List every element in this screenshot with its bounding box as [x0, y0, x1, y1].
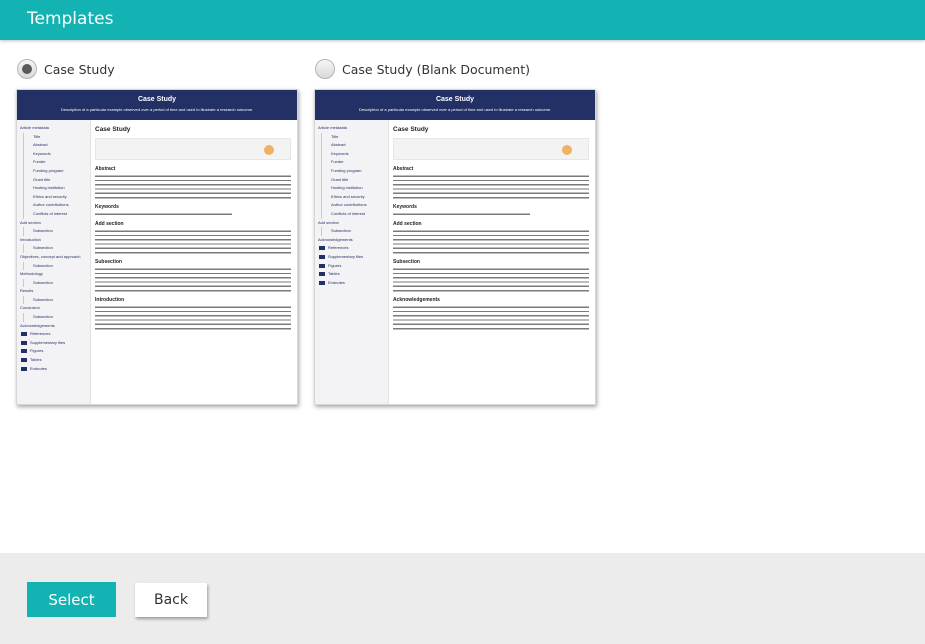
preview-sidebar-item: Subsection	[321, 227, 388, 236]
preview-sidebar-item: Subsection	[23, 261, 90, 271]
preview-sidebar-item: References	[318, 244, 388, 253]
preview-sidebar-item: Title	[23, 132, 90, 142]
preview-paragraph	[95, 212, 233, 217]
preview-sidebar-item: Funding program	[321, 166, 388, 176]
preview-section-heading: Subsection	[95, 259, 122, 265]
preview-sidebar-item: Subsection	[23, 278, 90, 288]
preview-sidebar-item: Conflicts of interest	[23, 209, 90, 219]
preview-paragraph	[393, 174, 589, 200]
preview-sidebar-item: Subsection	[23, 313, 90, 322]
preview-sidebar-item: Results	[20, 288, 34, 294]
radio-button-case-study-blank[interactable]	[315, 59, 335, 79]
preview-sidebar-item: Hosting institution	[23, 184, 90, 193]
preview-sidebar-item: Author contributions	[23, 201, 90, 210]
preview-sidebar-item: Ethics and security	[23, 192, 90, 202]
preview-sidebar-item: Funder	[23, 158, 90, 167]
preview-sidebar-item: Abstract	[23, 141, 90, 150]
preview-logo-icon	[562, 145, 572, 155]
preview-doc-title: Case Study	[393, 126, 429, 133]
preview-banner-subtitle: Description of a particular example obse…	[358, 107, 552, 112]
preview-main: Case Study Abstract Keywords Add section Sub…	[95, 126, 291, 333]
preview-sidebar-item: Acknowledgements	[20, 322, 55, 328]
preview-sidebar-item: Endnotes	[318, 279, 388, 288]
preview-sidebar-item: Tables	[318, 270, 388, 279]
preview-paragraph	[95, 267, 291, 293]
preview-sidebar-item: Acknowledgements	[318, 236, 353, 242]
preview-section-heading: Add section	[95, 221, 124, 227]
preview-banner: Case Study Description of a particular e…	[17, 90, 297, 120]
select-button[interactable]: Select	[27, 582, 116, 617]
preview-doc-title: Case Study	[95, 126, 131, 133]
option-label-case-study-blank: Case Study (Blank Document)	[342, 61, 530, 77]
preview-sidebar-item: Endnotes	[20, 365, 90, 374]
preview-paragraph	[95, 305, 291, 331]
preview-author-box	[95, 138, 291, 160]
preview-section-heading: Abstract	[95, 166, 116, 172]
preview-sidebar-item: Funder	[321, 158, 388, 167]
option-case-study[interactable]: Case Study	[17, 58, 115, 80]
preview-sidebar-item: Hosting institution	[321, 184, 388, 193]
preview-banner-title: Case Study	[435, 96, 475, 103]
preview-sidebar-item: References	[20, 330, 90, 339]
preview-paragraph	[393, 305, 589, 331]
preview-sidebar-item: Introduction	[20, 236, 41, 242]
preview-sidebar-item: Article metadata	[318, 125, 347, 130]
preview-paragraph	[95, 174, 291, 200]
preview-section-heading: Add section	[393, 221, 422, 227]
preview-sidebar-item: Conclusion	[20, 305, 40, 311]
preview-sidebar-item: Subsection	[23, 295, 90, 305]
preview-section-heading: Keywords	[95, 204, 119, 210]
preview-section-heading: Abstract	[393, 166, 414, 172]
preview-sidebar-item: Abstract	[321, 141, 388, 150]
preview-sidebar-item: Subsection	[23, 227, 90, 236]
preview-paragraph	[95, 229, 291, 255]
preview-paragraph	[393, 267, 589, 293]
header-bar: Templates	[0, 0, 925, 40]
preview-sidebar-item: Subsection	[23, 244, 90, 253]
preview-sidebar-item: Ethics and security	[321, 192, 388, 202]
preview-sidebar-item: Figures	[318, 262, 388, 271]
preview-sidebar-item: Keywords	[23, 149, 90, 159]
template-preview-case-study-blank[interactable]: Case Study Description of a particular e…	[314, 89, 596, 405]
preview-logo-icon	[264, 145, 274, 155]
preview-sidebar: Article metadata Title Abstract Keywords Fun…	[17, 120, 91, 404]
preview-paragraph	[393, 212, 531, 217]
preview-banner-title: Case Study	[137, 96, 177, 103]
preview-sidebar-item: Author contributions	[321, 201, 388, 210]
preview-sidebar-item: Grant title	[23, 175, 90, 185]
preview-paragraph	[393, 229, 589, 255]
preview-sidebar-item: Keywords	[321, 149, 388, 159]
preview-sidebar-item: Figures	[20, 347, 90, 356]
preview-sidebar-item: Funding program	[23, 166, 90, 176]
preview-sidebar-item: Title	[321, 132, 388, 142]
preview-sidebar-item: Grant title	[321, 175, 388, 185]
template-preview-case-study[interactable]: Case Study Description of a particular e…	[16, 89, 298, 405]
preview-sidebar: Article metadata Title Abstract Keywords Fun…	[315, 120, 389, 404]
preview-author-box	[393, 138, 589, 160]
radio-button-case-study[interactable]	[17, 59, 37, 79]
preview-sidebar-item: Methodology	[20, 271, 43, 277]
preview-sidebar-item: Objectives, concept and approach	[20, 253, 81, 259]
preview-main: Case Study Abstract Keywords Add section Sub…	[393, 126, 589, 333]
preview-section-heading: Keywords	[393, 204, 417, 210]
preview-banner: Case Study Description of a particular e…	[315, 90, 595, 120]
preview-section-heading: Subsection	[393, 259, 420, 265]
preview-sidebar-item: Add section	[20, 219, 41, 225]
page-title: Templates	[27, 9, 114, 29]
preview-sidebar-item: Article metadata	[20, 125, 49, 130]
preview-section-heading: Acknowledgements	[393, 297, 440, 303]
option-case-study-blank[interactable]: Case Study (Blank Document)	[315, 58, 530, 80]
preview-sidebar-item: Add section	[318, 219, 339, 225]
preview-sidebar-item: Conflicts of interest	[321, 209, 388, 219]
option-label-case-study: Case Study	[44, 61, 115, 77]
preview-sidebar-item: Tables	[20, 356, 90, 365]
back-button[interactable]: Back	[135, 583, 207, 617]
preview-sidebar-item: Supplementary files	[318, 253, 388, 262]
preview-section-heading: Introduction	[95, 297, 125, 303]
preview-sidebar-item: Supplementary files	[20, 339, 90, 348]
preview-banner-subtitle: Description of a particular example obse…	[60, 107, 254, 112]
